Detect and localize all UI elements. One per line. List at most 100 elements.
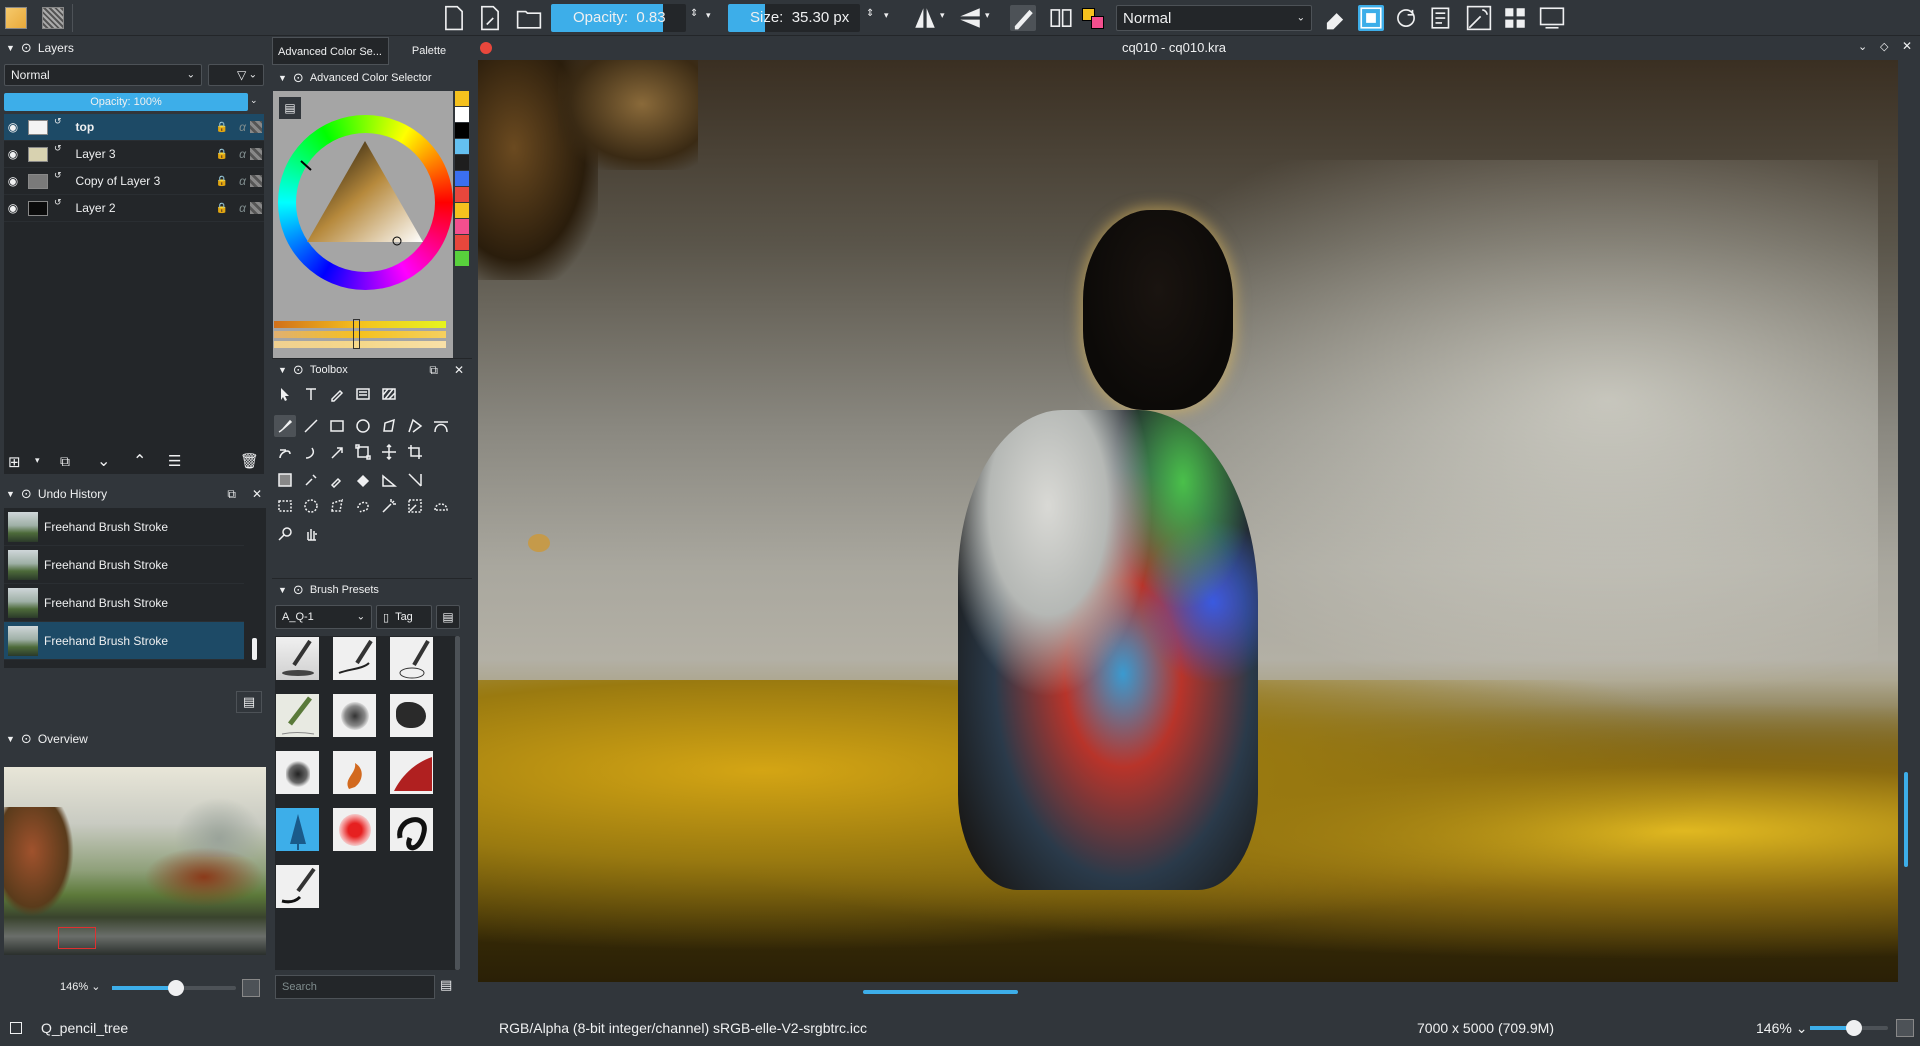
mirror-vertical-icon[interactable] — [957, 5, 983, 31]
opacity-spin-icon[interactable]: ⌄ — [250, 95, 258, 106]
polygon-tool-icon[interactable] — [378, 415, 400, 437]
undo-history-item[interactable]: Freehand Brush Stroke — [4, 622, 244, 660]
measure-tool-icon[interactable] — [404, 469, 426, 491]
opacity-menu-icon[interactable]: ▾ — [706, 10, 711, 21]
overview-fit-icon[interactable] — [242, 979, 260, 997]
blend-mode-select[interactable]: Normal ⌄ — [1116, 5, 1312, 31]
brush-preset-spiral-pen[interactable] — [389, 636, 434, 681]
float-dock-icon[interactable]: ⧉ — [227, 487, 236, 502]
tab-palette[interactable]: Palette — [389, 37, 469, 65]
alpha-lock-icon[interactable]: α — [239, 120, 246, 134]
transform-tool-icon[interactable] — [352, 441, 374, 463]
layer-row[interactable]: ◉ ↺ Copy of Layer 3 🔒 α — [4, 168, 264, 195]
fit-page-icon[interactable] — [1896, 1019, 1914, 1037]
color-swatch[interactable] — [455, 203, 469, 218]
ellipse-select-tool-icon[interactable] — [300, 495, 322, 517]
float-dock-icon[interactable]: ⧉ — [429, 363, 438, 378]
size-menu-icon[interactable]: ▾ — [884, 10, 889, 21]
similar-select-tool-icon[interactable] — [404, 495, 426, 517]
zoom-level[interactable]: 146% ⌄ — [1756, 1020, 1807, 1037]
brush-presets-options-icon[interactable]: ▤ — [436, 605, 460, 629]
collapse-triangle-icon[interactable]: ▼ — [6, 43, 15, 53]
smart-patch-tool-icon[interactable] — [326, 469, 348, 491]
overview-thumbnail[interactable] — [4, 767, 266, 955]
mirror-v-menu-icon[interactable]: ▾ — [985, 10, 990, 21]
size-spin-icon[interactable]: ⇕ — [866, 8, 874, 19]
open-folder-icon[interactable] — [516, 5, 542, 31]
minimize-icon[interactable]: ⌄ — [1858, 40, 1867, 53]
close-icon[interactable]: ✕ — [1902, 39, 1912, 53]
add-layer-icon[interactable]: ⊞ — [8, 453, 21, 471]
close-icon[interactable]: ✕ — [454, 363, 464, 377]
edit-brush-settings-icon[interactable] — [1429, 5, 1455, 31]
assistant-tool-icon[interactable] — [378, 469, 400, 491]
alpha-lock-icon[interactable]: α — [239, 147, 246, 161]
visibility-eye-icon[interactable]: ◉ — [4, 174, 22, 188]
rectangle-tool-icon[interactable] — [326, 415, 348, 437]
brush-preset-airbrush[interactable] — [332, 693, 377, 738]
brush-preset-blob[interactable] — [389, 693, 434, 738]
preserve-alpha-icon[interactable] — [1358, 5, 1384, 31]
hue-bar-2[interactable] — [274, 331, 446, 338]
move-layer-up-icon[interactable]: ⌃ — [133, 451, 146, 471]
collapse-triangle-icon[interactable]: ▼ — [6, 489, 15, 499]
crop-tool-icon[interactable] — [404, 441, 426, 463]
lock-layer-icon[interactable]: 🔒 — [216, 122, 228, 133]
brush-preset-watercolor[interactable] — [389, 750, 434, 795]
move-tool-icon[interactable] — [378, 441, 400, 463]
multibrush-tool-icon[interactable] — [326, 441, 348, 463]
hue-bar-marker[interactable] — [353, 319, 360, 349]
gradient-tool-icon[interactable] — [274, 469, 296, 491]
new-document-icon[interactable] — [441, 5, 467, 31]
alpha-lock-icon[interactable]: α — [239, 174, 246, 188]
brush-presets-grid-icon[interactable] — [1502, 5, 1528, 31]
freehand-select-tool-icon[interactable] — [352, 495, 374, 517]
delete-layer-icon[interactable]: 🗑 — [240, 452, 259, 470]
polyline-tool-icon[interactable] — [404, 415, 426, 437]
alpha-lock-icon[interactable]: α — [239, 201, 246, 215]
color-swatch[interactable] — [455, 171, 469, 186]
lock-dock-icon[interactable]: ⊙ — [21, 486, 32, 502]
layer-properties-icon[interactable]: ☰ — [168, 452, 181, 470]
lock-layer-icon[interactable]: 🔒 — [216, 203, 228, 214]
layer-filter-select[interactable]: ▽ ⌄ — [208, 64, 264, 86]
save-document-icon[interactable] — [477, 5, 503, 31]
pattern-tool-icon[interactable] — [378, 383, 400, 405]
layer-name[interactable]: Layer 2 — [76, 201, 116, 215]
move-layer-down-icon[interactable]: ⌄ — [97, 451, 110, 471]
foreground-gradient-button[interactable] — [3, 5, 29, 31]
collapse-triangle-icon[interactable]: ▼ — [278, 365, 287, 375]
undo-history-item[interactable]: Freehand Brush Stroke — [4, 584, 244, 622]
swap-colors-icon[interactable] — [1048, 5, 1074, 31]
color-picker-tool-icon[interactable] — [300, 469, 322, 491]
text-tool-icon[interactable] — [300, 383, 322, 405]
painting-canvas[interactable] — [478, 60, 1898, 982]
size-slider[interactable]: Size: 35.30 px — [728, 4, 860, 32]
ellipse-tool-icon[interactable] — [352, 415, 374, 437]
mirror-horizontal-icon[interactable] — [912, 5, 938, 31]
eraser-mode-icon[interactable] — [1322, 5, 1348, 31]
opacity-slider[interactable]: Opacity: 0.83 — [551, 4, 686, 32]
visibility-eye-icon[interactable]: ◉ — [4, 120, 22, 134]
inherit-alpha-icon[interactable] — [250, 121, 262, 133]
close-icon[interactable]: ✕ — [252, 487, 262, 501]
brush-search-input[interactable]: Search — [275, 975, 435, 999]
contiguous-select-tool-icon[interactable] — [378, 495, 400, 517]
lock-dock-icon[interactable]: ⊙ — [21, 40, 32, 56]
hue-bar-3[interactable] — [274, 341, 446, 348]
tab-advanced-color-selector[interactable]: Advanced Color Se... — [272, 37, 389, 65]
undo-scrollbar[interactable] — [252, 638, 257, 660]
brush-preset-ink-brush[interactable] — [275, 864, 320, 909]
color-swatch[interactable] — [455, 155, 469, 170]
inherit-alpha-icon[interactable] — [250, 202, 262, 214]
canvas-area[interactable] — [478, 60, 1908, 994]
layer-row[interactable]: ◉ ↺ Layer 3 🔒 α — [4, 141, 264, 168]
saturation-triangle[interactable] — [278, 115, 453, 290]
save-search-icon[interactable]: ▤ — [440, 977, 452, 993]
canvas-vertical-scrollbar[interactable] — [1904, 772, 1908, 867]
brush-filter-select[interactable]: A_Q-1 ⌄ — [275, 605, 372, 629]
hue-bar-1[interactable] — [274, 321, 446, 328]
canvas-horizontal-scrollbar[interactable] — [863, 990, 1018, 994]
color-swatch[interactable] — [455, 91, 469, 106]
freehand-path-tool-icon[interactable] — [274, 441, 296, 463]
